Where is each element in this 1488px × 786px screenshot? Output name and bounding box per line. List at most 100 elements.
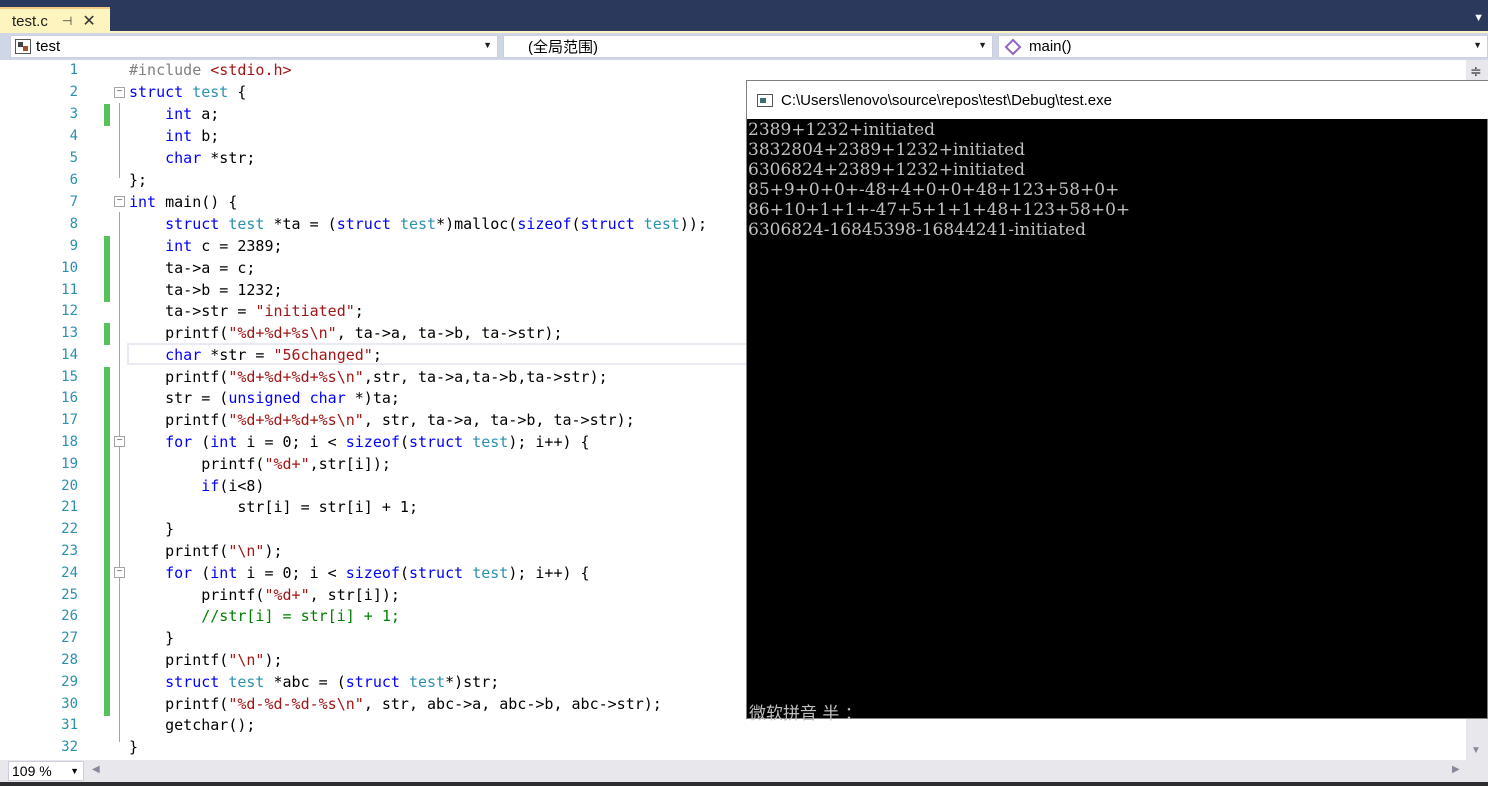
line-number: 28 — [61, 652, 78, 668]
document-tab-strip: test.c ⊣ ✕ ▼ — [0, 0, 1488, 33]
code-token: struct — [165, 215, 220, 233]
scope-dropdown[interactable]: (全局范围) ▼ — [503, 35, 993, 58]
function-cube-icon — [1004, 38, 1022, 55]
code-token: test — [228, 215, 265, 233]
change-marker — [104, 280, 110, 302]
line-number: 12 — [61, 303, 78, 319]
change-marker — [104, 541, 110, 563]
code-token: { — [228, 83, 247, 101]
code-token: }; — [129, 171, 148, 189]
scroll-down-arrow-icon[interactable]: ▼ — [1471, 745, 1481, 756]
code-token: test — [472, 564, 509, 582]
code-token: ta->a = c; — [165, 259, 256, 277]
code-token: test — [643, 215, 680, 233]
change-marker — [104, 606, 110, 628]
scroll-left-arrow-icon[interactable]: ◀ — [92, 764, 100, 775]
line-number: 26 — [61, 608, 78, 624]
code-token: *)ta; — [345, 389, 400, 407]
tab-title: test.c — [12, 12, 48, 30]
code-token: test — [472, 433, 509, 451]
code-token: struct — [408, 433, 464, 451]
code-token: int — [165, 105, 193, 123]
zoom-dropdown[interactable]: 109 % ▼ — [8, 761, 84, 781]
code-token: , ta->a, ta->b, ta->str); — [336, 324, 563, 342]
code-token: test — [228, 673, 265, 691]
console-output[interactable]: 2389+1232+initiated 3832804+2389+1232+in… — [748, 119, 1488, 724]
line-number: 22 — [61, 521, 78, 537]
line-number: 3 — [69, 106, 78, 122]
code-token: char — [165, 346, 202, 364]
code-token: "56changed" — [273, 346, 373, 364]
code-line: 1 #include <stdio.h> — [0, 60, 1460, 82]
scroll-right-arrow-icon[interactable]: ▶ — [1452, 764, 1460, 775]
member-dropdown-value: main() — [1029, 38, 1072, 55]
code-token: *str = — [201, 346, 274, 364]
line-number: 25 — [61, 587, 78, 603]
change-marker — [104, 367, 110, 389]
project-dropdown[interactable]: test ▼ — [10, 35, 498, 58]
code-token: } — [165, 520, 175, 538]
code-token: sizeof — [517, 215, 572, 233]
code-token: } — [129, 738, 139, 756]
line-number: 14 — [61, 347, 78, 363]
code-token: *)malloc( — [436, 215, 518, 233]
code-token: getchar(); — [165, 716, 256, 734]
code-token: "%d+%d+%s\n" — [228, 324, 337, 342]
code-token: *ta = ( — [264, 215, 337, 233]
line-number: 1 — [69, 62, 78, 78]
window-bottom-edge — [0, 782, 1488, 786]
code-token: i = 0; i < — [237, 564, 346, 582]
code-token: ( — [192, 433, 211, 451]
line-number: 19 — [61, 456, 78, 472]
code-token: *)str; — [445, 673, 500, 691]
change-marker — [104, 563, 110, 585]
code-token: test — [408, 673, 446, 691]
code-token: printf( — [165, 411, 229, 429]
line-number: 16 — [61, 390, 78, 406]
pin-icon[interactable]: ⊣ — [62, 14, 72, 28]
change-marker — [104, 388, 110, 410]
line-number: 32 — [61, 739, 78, 755]
code-token: ( — [571, 215, 581, 233]
split-window-icon[interactable]: ≑ — [1470, 63, 1482, 80]
code-token: "\n" — [228, 651, 265, 669]
code-token: str = ( — [165, 389, 229, 407]
line-number: 27 — [61, 630, 78, 646]
tab-test-c[interactable]: test.c ⊣ ✕ — [0, 7, 110, 33]
code-token: struct — [408, 564, 464, 582]
chevron-down-icon: ▼ — [70, 766, 79, 776]
console-line: 85+9+0+0+-48+4+0+0+48+123+58+0+ — [748, 180, 1120, 200]
code-token: , str[i]); — [309, 586, 400, 604]
member-dropdown[interactable]: main() ▼ — [998, 35, 1488, 58]
close-icon[interactable]: ✕ — [82, 11, 95, 31]
line-number: 2 — [69, 84, 78, 100]
line-number: 15 — [61, 369, 78, 385]
code-token: } — [165, 629, 175, 647]
change-marker — [104, 628, 110, 650]
code-token: struct — [336, 215, 391, 233]
tab-overflow-chevron-icon[interactable]: ▼ — [1473, 12, 1484, 24]
line-number: 29 — [61, 674, 78, 690]
code-token: ); — [264, 542, 283, 560]
code-token: "%d+%d+%d+%s\n" — [228, 368, 364, 386]
code-token: "%d+%d+%d+%s\n" — [228, 411, 364, 429]
code-token: a; — [192, 105, 220, 123]
console-title-bar[interactable]: C:\Users\lenovo\source\repos\test\Debug\… — [747, 81, 1488, 119]
line-number: 18 — [61, 434, 78, 450]
code-token: int — [210, 564, 238, 582]
line-number: 17 — [61, 412, 78, 428]
code-token: struct — [345, 673, 400, 691]
code-token: "%d+" — [264, 455, 310, 473]
code-token: ; — [372, 346, 382, 364]
chevron-down-icon: ▼ — [483, 40, 492, 50]
code-token: printf( — [165, 368, 229, 386]
change-marker — [104, 258, 110, 280]
line-number: 24 — [61, 565, 78, 581]
editor-bottom-bar: 109 % ▼ ◀ ▶ — [0, 760, 1488, 782]
chevron-down-icon: ▼ — [978, 40, 987, 50]
code-token: )); — [679, 215, 707, 233]
code-token: str[i] = str[i] + 1; — [237, 498, 418, 516]
line-number: 8 — [69, 216, 78, 232]
code-token: ta->b = 1232; — [165, 281, 283, 299]
console-window[interactable]: C:\Users\lenovo\source\repos\test\Debug\… — [746, 80, 1488, 724]
